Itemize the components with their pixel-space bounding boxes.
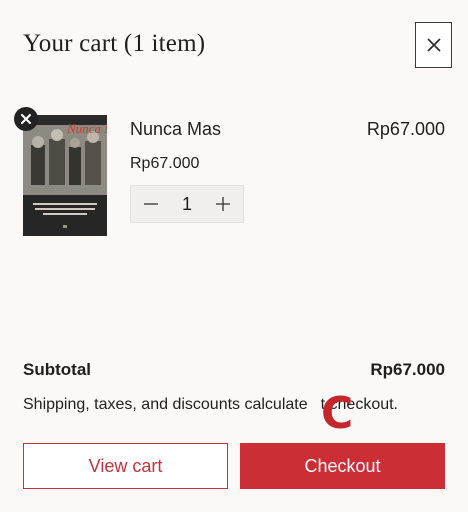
increase-quantity-button[interactable]: [213, 194, 233, 214]
remove-item-button[interactable]: [14, 107, 38, 131]
close-icon: [21, 114, 31, 124]
view-cart-button[interactable]: View cart: [23, 443, 228, 489]
quantity-stepper: 1: [130, 185, 244, 223]
minus-icon: [144, 203, 158, 205]
close-icon: [426, 38, 441, 52]
plus-icon: [215, 197, 230, 211]
book-cover-art: Nunca Mas: [23, 115, 107, 236]
cover-title-text: Nunca Mas: [66, 121, 107, 136]
shipping-note-start: Shipping, taxes, and discounts calculate: [23, 396, 308, 413]
subtotal-label: Subtotal: [23, 360, 91, 379]
checkout-button[interactable]: Checkout: [240, 443, 445, 489]
line-item-price: Rp67.000: [366, 119, 445, 139]
decrease-quantity-button[interactable]: [141, 194, 161, 214]
product-image[interactable]: Nunca Mas: [23, 115, 107, 236]
cart-title: Your cart (1 item): [23, 30, 206, 57]
quantity-value[interactable]: 1: [182, 194, 192, 215]
subtotal-value: Rp67.000: [370, 360, 445, 379]
product-name-link[interactable]: Nunca Mas: [130, 119, 221, 140]
unit-price: Rp67.000: [130, 155, 200, 172]
cursor-marker: C: [321, 388, 354, 439]
close-cart-button[interactable]: [415, 22, 452, 68]
